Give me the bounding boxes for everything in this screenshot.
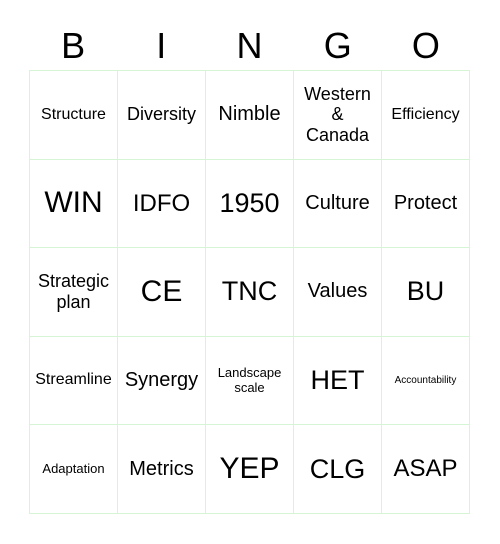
bingo-cell[interactable]: Culture	[294, 159, 382, 249]
bingo-cell-label: Protect	[393, 191, 458, 214]
bingo-cell[interactable]: Synergy	[118, 336, 206, 426]
bingo-cell-label: TNC	[221, 276, 278, 307]
bingo-cell[interactable]: HET	[294, 336, 382, 426]
bingo-cell[interactable]: CE	[118, 248, 206, 337]
bingo-cell-label: Nimble	[218, 103, 281, 126]
bingo-card: B I N G O Structure Diversity Nimble Wes…	[0, 0, 500, 544]
bingo-cell-label: CE	[140, 274, 183, 308]
bingo-header-letter-g: G	[323, 24, 352, 66]
bingo-cell-label: Efficiency	[391, 105, 460, 123]
bingo-cell[interactable]: Efficiency	[382, 71, 470, 160]
bingo-cell-label: HET	[310, 365, 365, 396]
bingo-cell[interactable]: Landscape scale	[206, 336, 294, 426]
bingo-cell-label: IDFO	[132, 189, 191, 217]
bingo-cell[interactable]: Protect	[382, 159, 470, 249]
bingo-grid: Structure Diversity Nimble Western & Can…	[29, 70, 470, 514]
bingo-cell-label: Strategic plan	[37, 271, 110, 312]
bingo-cell[interactable]: YEP	[206, 425, 294, 514]
bingo-cell-label: YEP	[219, 451, 280, 485]
bingo-cell-label: Accountability	[394, 374, 457, 386]
bingo-cell-label: Landscape scale	[217, 364, 282, 395]
bingo-cell[interactable]: IDFO	[118, 159, 206, 249]
bingo-cell[interactable]: 1950	[206, 159, 294, 249]
bingo-cell[interactable]: WIN	[30, 159, 118, 249]
bingo-header-letter-n: N	[236, 24, 263, 66]
bingo-cell[interactable]: Western & Canada	[294, 71, 382, 160]
bingo-cell[interactable]: Streamline	[30, 336, 118, 426]
bingo-cell-label: CLG	[309, 453, 366, 484]
bingo-cell-label: Western & Canada	[304, 83, 371, 146]
bingo-cell[interactable]: BU	[382, 248, 470, 337]
bingo-cell[interactable]: Accountability	[382, 336, 470, 426]
bingo-cell-label: BU	[406, 276, 445, 307]
bingo-cell-label: Metrics	[129, 457, 194, 480]
bingo-cell[interactable]: Diversity	[118, 71, 206, 160]
bingo-cell[interactable]: ASAP	[382, 425, 470, 514]
bingo-cell-label: 1950	[219, 187, 280, 218]
bingo-cell[interactable]: Adaptation	[30, 425, 118, 514]
bingo-cell-label: Culture	[305, 191, 370, 214]
bingo-cell[interactable]: CLG	[294, 425, 382, 514]
bingo-header-letter-b: B	[61, 24, 86, 66]
bingo-cell-label: Adaptation	[42, 460, 105, 476]
bingo-header-letter-o: O	[411, 24, 440, 66]
bingo-cell-label: Streamline	[35, 371, 112, 389]
bingo-cell-label: Synergy	[124, 369, 199, 392]
bingo-cell[interactable]: Values	[294, 248, 382, 337]
bingo-cell[interactable]: Metrics	[118, 425, 206, 514]
bingo-cell[interactable]: Nimble	[206, 71, 294, 160]
bingo-cell[interactable]: Strategic plan	[30, 248, 118, 337]
bingo-cell-label: Structure	[41, 105, 106, 123]
bingo-header-letter-i: I	[156, 24, 167, 66]
bingo-cell-label: Values	[307, 280, 368, 303]
bingo-cell-label: WIN	[44, 186, 103, 220]
bingo-header-row: B I N G O	[29, 21, 470, 70]
bingo-cell-label: ASAP	[393, 455, 458, 483]
bingo-cell[interactable]: TNC	[206, 248, 294, 337]
bingo-cell-label: Diversity	[126, 104, 196, 125]
bingo-cell[interactable]: Structure	[30, 71, 118, 160]
